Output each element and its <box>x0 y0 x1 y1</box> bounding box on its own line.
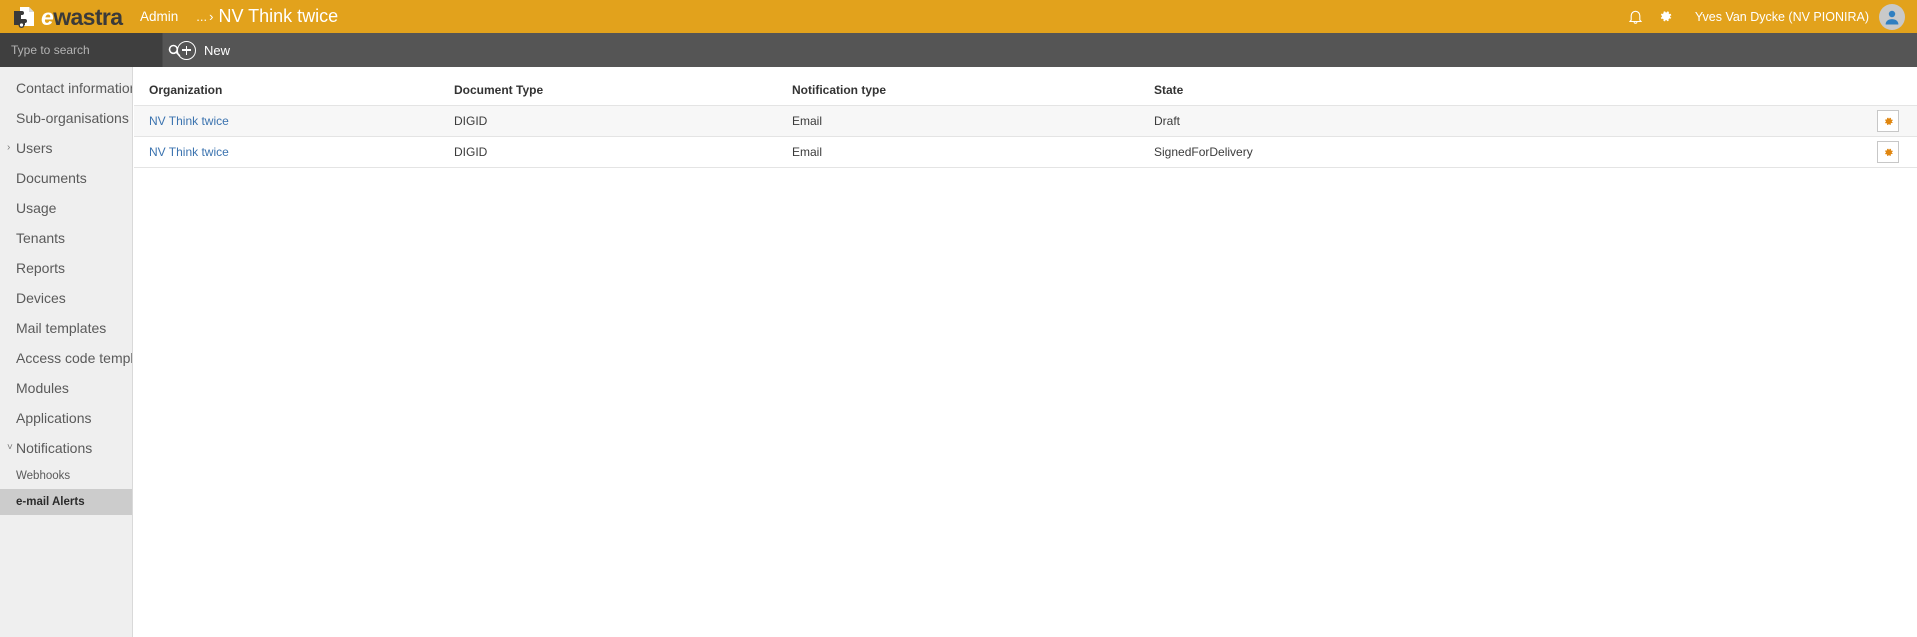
organization-link[interactable]: NV Think twice <box>149 114 229 128</box>
user-avatar-icon[interactable] <box>1879 3 1905 30</box>
sidebar-item-label: Mail templates <box>16 320 107 336</box>
column-header-notification-type[interactable]: Notification type <box>792 67 1154 106</box>
chevron-right-icon[interactable]: › <box>7 143 10 153</box>
cell-notification-type: Email <box>792 105 1154 137</box>
application-window: ewastra Admin ... › NV Think twice Yves … <box>0 0 1917 637</box>
sidebar-item-label: Users <box>16 140 53 156</box>
sidebar-item-e-mail-alerts[interactable]: e-mail Alerts <box>0 489 132 515</box>
sidebar-item-access-code-templ[interactable]: Access code templ... <box>0 343 132 373</box>
sidebar-item-sub-organisations[interactable]: Sub-organisations <box>0 103 132 133</box>
current-user-label: Yves Van Dycke (NV PIONIRA) <box>1694 9 1869 24</box>
column-header-actions <box>1754 67 1917 106</box>
app-logo[interactable]: ewastra <box>0 4 130 30</box>
sidebar-item-mail-templates[interactable]: Mail templates <box>0 313 132 343</box>
cell-actions <box>1754 136 1917 168</box>
search-container[interactable] <box>0 33 181 67</box>
sidebar-item-label: Notifications <box>16 440 93 456</box>
table-header: Organization Document Type Notification … <box>134 67 1917 106</box>
table-row[interactable]: NV Think twice DIGID Email SignedForDeliver… <box>134 136 1917 168</box>
column-header-organization[interactable]: Organization <box>134 67 454 106</box>
sidebar-item-reports[interactable]: Reports <box>0 253 132 283</box>
breadcrumb-admin[interactable]: Admin <box>140 9 178 24</box>
logo-letter-e: e <box>41 3 54 30</box>
sidebar-item-label: Applications <box>16 410 92 426</box>
sidebar-item-label: Sub-organisations <box>16 110 129 126</box>
cell-actions <box>1754 105 1917 137</box>
column-header-document-type[interactable]: Document Type <box>454 67 792 106</box>
sidebar-item-label: Contact information <box>16 80 133 96</box>
table-header-row: Organization Document Type Notification … <box>134 67 1917 106</box>
sidebar-navigation[interactable]: Contact information Sub-organisations › Use… <box>0 67 133 637</box>
sidebar-item-label: Access code templ... <box>16 350 133 366</box>
row-settings-gear-icon[interactable] <box>1877 141 1899 163</box>
top-header-bar: ewastra Admin ... › NV Think twice Yves … <box>0 0 1917 33</box>
cell-document-type: DIGID <box>454 105 792 137</box>
sidebar-item-tenants[interactable]: Tenants <box>0 223 132 253</box>
sidebar-item-applications[interactable]: Applications <box>0 403 132 433</box>
main-content: Organization Document Type Notification … <box>134 67 1917 637</box>
new-button-label: New <box>204 42 231 58</box>
column-header-state[interactable]: State <box>1154 67 1754 106</box>
sidebar-item-modules[interactable]: Modules <box>0 373 132 403</box>
sidebar-item-label: Webhooks <box>16 470 71 482</box>
sidebar-item-usage[interactable]: Usage <box>0 193 132 223</box>
breadcrumb-current-page: NV Think twice <box>218 6 339 26</box>
cell-organization: NV Think twice <box>134 136 454 168</box>
document-puzzle-logo-icon <box>12 4 38 30</box>
chevron-down-icon[interactable]: ˅ <box>7 443 13 453</box>
cell-state: SignedForDelivery <box>1154 136 1754 168</box>
sidebar-bottom-filler <box>0 625 133 637</box>
plus-circle-icon <box>177 40 196 60</box>
row-settings-gear-icon[interactable] <box>1877 110 1899 132</box>
search-input[interactable] <box>9 42 168 58</box>
bell-icon[interactable] <box>1621 0 1651 33</box>
gear-icon[interactable] <box>1651 0 1681 33</box>
email-alerts-table: Organization Document Type Notification … <box>134 67 1917 168</box>
new-button[interactable]: New <box>177 33 230 67</box>
sidebar-item-documents[interactable]: Documents <box>0 163 132 193</box>
sidebar-item-label: Usage <box>16 200 57 216</box>
sidebar-item-label: e-mail Alerts <box>16 496 85 508</box>
sidebar-item-users[interactable]: › Users <box>0 133 132 163</box>
header-actions: Yves Van Dycke (NV PIONIRA) <box>1621 0 1917 33</box>
breadcrumb-separator-icon: › <box>209 9 214 24</box>
sidebar-item-label: Tenants <box>16 230 66 246</box>
logo-word-rest: wastra <box>53 3 123 30</box>
logo-wordmark: ewastra <box>41 3 123 30</box>
cell-document-type: DIGID <box>454 136 792 168</box>
table-body: NV Think twice DIGID Email Draft NV Think tw… <box>134 105 1917 168</box>
cell-state: Draft <box>1154 105 1754 137</box>
sidebar-item-label: Reports <box>16 260 66 276</box>
sidebar-item-label: Documents <box>16 170 87 186</box>
sidebar-item-label: Modules <box>16 380 69 396</box>
sidebar-item-contact-information[interactable]: Contact information <box>0 73 132 103</box>
sidebar-item-webhooks[interactable]: Webhooks <box>0 463 132 489</box>
organization-link[interactable]: NV Think twice <box>149 145 229 159</box>
toolbar-bar: New <box>0 33 1917 67</box>
cell-notification-type: Email <box>792 136 1154 168</box>
breadcrumb-ellipsis[interactable]: ... <box>196 9 207 24</box>
table-row[interactable]: NV Think twice DIGID Email Draft <box>134 105 1917 137</box>
sidebar-item-notifications[interactable]: ˅ Notifications <box>0 433 132 463</box>
cell-organization: NV Think twice <box>134 105 454 137</box>
sidebar-item-devices[interactable]: Devices <box>0 283 132 313</box>
sidebar-item-label: Devices <box>16 290 66 306</box>
